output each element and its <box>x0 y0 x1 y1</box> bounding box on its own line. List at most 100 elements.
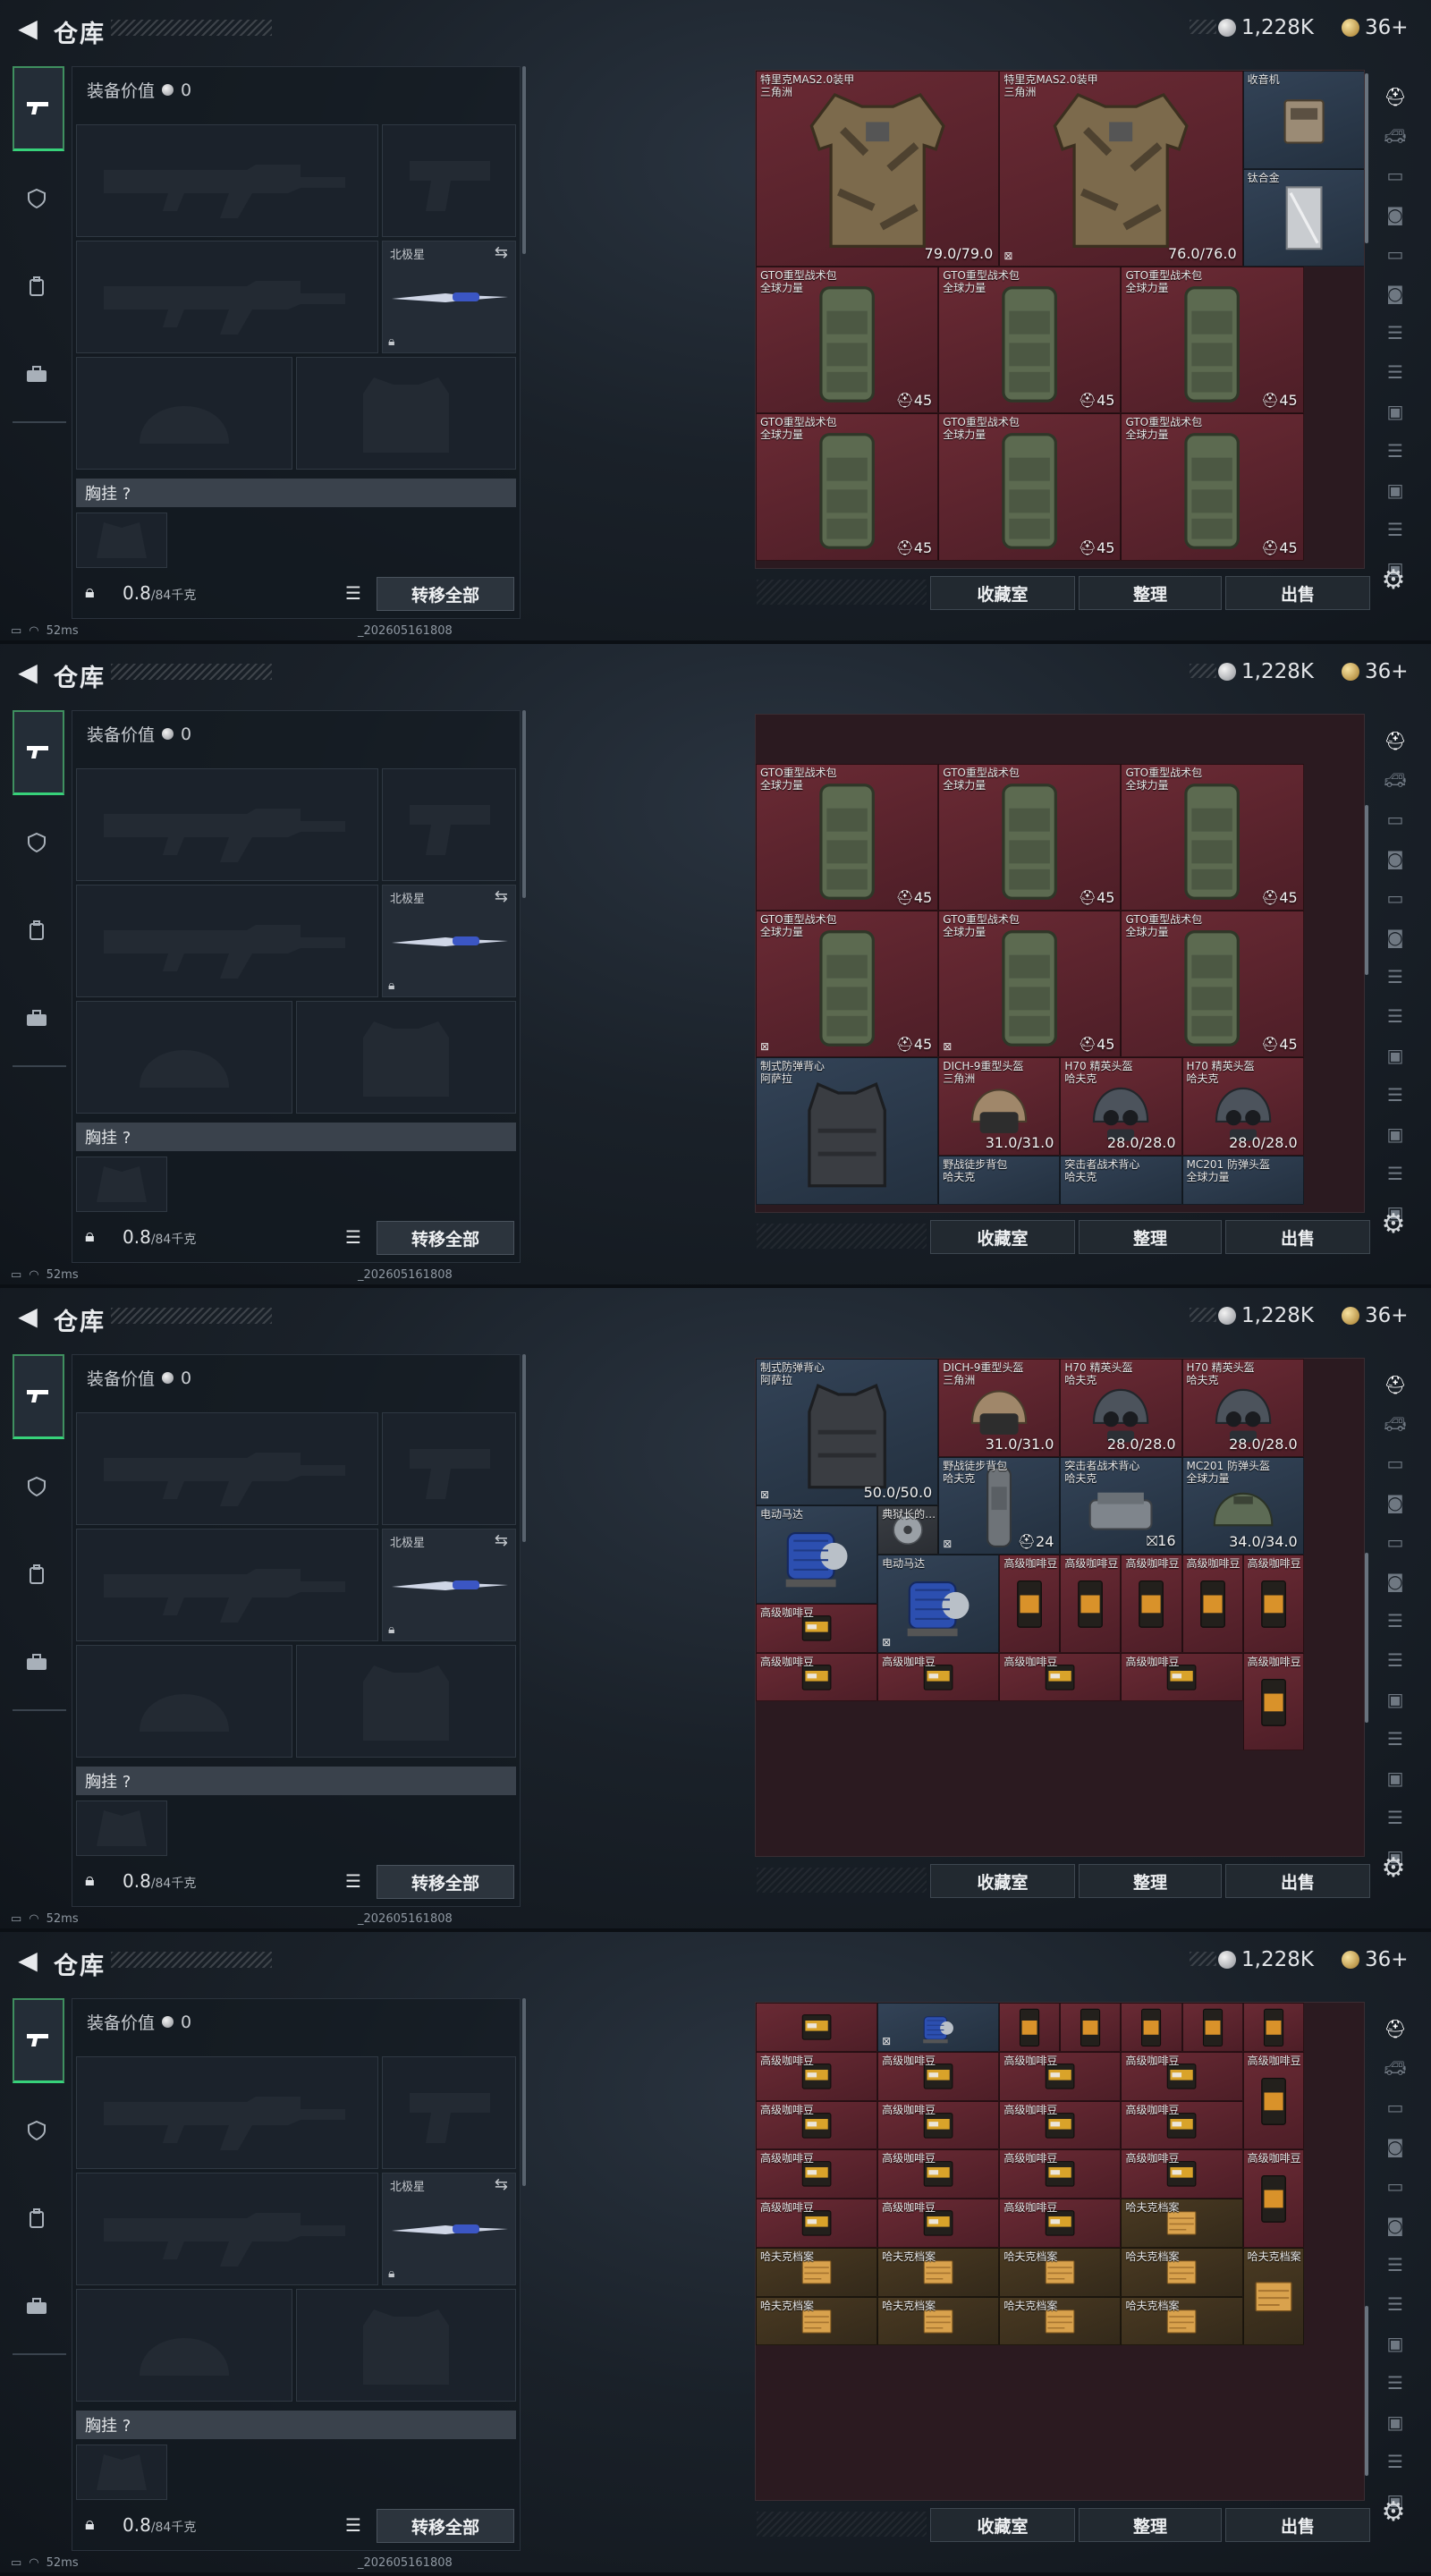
tab-briefcase[interactable] <box>13 978 61 1058</box>
tab-briefcase[interactable] <box>13 2266 61 2346</box>
transfer-all-button[interactable]: 转移全部 <box>377 577 514 611</box>
car-icon[interactable]: 🚙︎ <box>1376 118 1415 154</box>
inventory-item[interactable]: 哈夫克档案 <box>999 2247 1122 2297</box>
sell-button[interactable]: 出售 <box>1225 1220 1370 1254</box>
inventory-item[interactable]: MC201 防弹头盔 全球力量 <box>1181 1155 1304 1205</box>
equipment-scrollbar[interactable] <box>522 1998 526 2186</box>
silver-currency[interactable]: 1,228K <box>1218 1301 1314 1331</box>
inventory-item[interactable]: GTO重型战术包 全球力量 ⛑45 <box>756 267 939 414</box>
helmet-icon[interactable]: ⛑ <box>1376 1367 1415 1402</box>
server-icon[interactable]: ☰ <box>1376 2286 1415 2322</box>
inventory-item[interactable]: 高级咖啡豆 <box>877 2051 1000 2101</box>
camera-icon[interactable]: ◙ <box>1376 1485 1415 1521</box>
inventory-item[interactable]: 哈夫克档案 <box>1121 2247 1243 2297</box>
server-icon[interactable]: ☰ <box>1376 433 1415 469</box>
inventory-item[interactable]: 高级咖啡豆 <box>999 2149 1122 2199</box>
equipment-scrollbar[interactable] <box>522 1354 526 1542</box>
inventory-item[interactable]: 高级咖啡豆 <box>756 1652 878 1702</box>
camera-icon[interactable]: ◙ <box>1376 1563 1415 1599</box>
inventory-item[interactable]: 哈夫克档案 <box>877 2247 1000 2297</box>
sell-button[interactable]: 出售 <box>1225 1864 1370 1898</box>
server-icon[interactable]: ☰ <box>1376 1603 1415 1639</box>
car-icon[interactable]: 🚙︎ <box>1376 1406 1415 1442</box>
inventory-item[interactable] <box>756 2003 878 2052</box>
collection-room-button[interactable]: 收藏室 <box>930 1220 1075 1254</box>
inventory-item[interactable]: 高级咖啡豆 <box>1242 2149 1304 2248</box>
chest-rig-header[interactable]: 胸挂 ? <box>76 2411 516 2439</box>
melee-slot[interactable]: 北极星 ⇆ 🔒︎ <box>382 885 516 997</box>
armor-slot[interactable] <box>296 1001 516 1114</box>
gear-icon[interactable]: ⚙ <box>1376 2494 1411 2529</box>
server-icon[interactable]: ☰ <box>1376 1642 1415 1678</box>
inventory-item[interactable]: 哈夫克档案 <box>877 2296 1000 2346</box>
inventory-item[interactable]: 哈夫克档案 <box>1242 2247 1304 2346</box>
inventory-item[interactable]: 高级咖啡豆 <box>1121 2149 1243 2199</box>
server-icon[interactable]: ☰ <box>1376 998 1415 1034</box>
inventory-item[interactable]: 收音机 <box>1242 71 1364 169</box>
tab-briefcase[interactable] <box>13 1622 61 1702</box>
tv-icon[interactable]: ▭ <box>1376 236 1415 272</box>
helmet-slot[interactable] <box>76 357 292 470</box>
tv-icon[interactable]: ▭ <box>1376 1524 1415 1560</box>
tv-icon[interactable]: ▭ <box>1376 2089 1415 2125</box>
tv-icon[interactable]: ▭ <box>1376 2168 1415 2204</box>
inventory-item[interactable]: 突击者战术背心 哈夫克 <box>1060 1155 1182 1205</box>
collection-room-button[interactable]: 收藏室 <box>930 2508 1075 2542</box>
inventory-item[interactable]: H70 精英头盔 哈夫克 28.0/28.0 <box>1060 1057 1182 1156</box>
helmet-slot[interactable] <box>76 1001 292 1114</box>
armor-slot[interactable] <box>296 357 516 470</box>
tab-backpack[interactable] <box>13 2178 61 2258</box>
inventory-item[interactable]: 高级咖啡豆 <box>1060 1555 1122 1653</box>
inventory-item[interactable] <box>1181 2003 1243 2052</box>
gear-icon[interactable]: ⚙ <box>1376 562 1411 597</box>
inventory-item[interactable]: 特里克MAS2.0装甲 三角洲 76.0/76.0 ⊠ <box>999 71 1243 267</box>
sort-button[interactable]: 整理 <box>1079 1864 1222 1898</box>
inventory-item[interactable]: H70 精英头盔 哈夫克 28.0/28.0 <box>1060 1359 1182 1457</box>
tab-armor[interactable] <box>13 158 61 239</box>
secondary-weapon-slot[interactable] <box>76 2173 378 2285</box>
tab-weapons[interactable] <box>13 710 64 795</box>
inventory-item[interactable]: DICH-9重型头盔 三角洲 31.0/31.0 <box>938 1057 1061 1156</box>
tab-weapons[interactable] <box>13 1998 64 2083</box>
inventory-item[interactable]: GTO重型战术包 全球力量 ⛑45 <box>938 267 1122 414</box>
inventory-item[interactable]: 高级咖啡豆 <box>999 1555 1061 1653</box>
inventory-item[interactable]: 电动马达 <box>756 1505 878 1604</box>
server-icon[interactable]: ☰ <box>1376 2247 1415 2283</box>
transfer-all-button[interactable]: 转移全部 <box>377 2509 514 2543</box>
inventory-item[interactable]: 高级咖啡豆 <box>1242 2051 1304 2150</box>
inventory-item[interactable]: GTO重型战术包 全球力量 ⛑45 <box>1121 763 1304 911</box>
helmet-slot[interactable] <box>76 2289 292 2402</box>
back-arrow-icon[interactable]: ◀ <box>13 13 43 43</box>
inventory-item[interactable]: 野战徒步背包 哈夫克 <box>938 1155 1061 1205</box>
inventory-item[interactable]: 高级咖啡豆 <box>1121 2051 1243 2101</box>
tab-backpack[interactable] <box>13 246 61 326</box>
armor-slot[interactable] <box>296 2289 516 2402</box>
inventory-item[interactable]: GTO重型战术包 全球力量 ⛑45 <box>938 413 1122 561</box>
helmet-icon[interactable]: ⛑ <box>1376 79 1415 114</box>
inventory-item[interactable]: 高级咖啡豆 <box>877 1652 1000 1702</box>
image-icon[interactable]: ▣ <box>1376 394 1415 429</box>
sell-button[interactable]: 出售 <box>1225 2508 1370 2542</box>
back-arrow-icon[interactable]: ◀ <box>13 1945 43 1975</box>
camera-icon[interactable]: ◙ <box>1376 2129 1415 2165</box>
image-icon[interactable]: ▣ <box>1376 1682 1415 1717</box>
sidearm-slot[interactable] <box>382 2056 516 2169</box>
tab-briefcase[interactable] <box>13 334 61 414</box>
list-icon[interactable]: ☰ <box>339 2511 368 2539</box>
warehouse-scrollbar[interactable] <box>1365 1552 1368 1723</box>
gold-currency[interactable]: 36+ <box>1342 13 1409 43</box>
inventory-item[interactable]: MC201 防弹头盔 全球力量 34.0/34.0 <box>1181 1456 1304 1555</box>
tv-icon[interactable]: ▭ <box>1376 880 1415 916</box>
sort-button[interactable]: 整理 <box>1079 576 1222 610</box>
warehouse-scrollbar[interactable] <box>1365 804 1368 975</box>
sell-button[interactable]: 出售 <box>1225 576 1370 610</box>
image-icon[interactable]: ▣ <box>1376 2404 1415 2440</box>
inventory-item[interactable]: 电动马达 ⊠ <box>877 1555 1000 1653</box>
gear-icon[interactable]: ⚙ <box>1376 1850 1411 1885</box>
primary-weapon-slot[interactable] <box>76 2056 378 2169</box>
chest-rig-header[interactable]: 胸挂 ? <box>76 1123 516 1151</box>
inventory-item[interactable]: H70 精英头盔 哈夫克 28.0/28.0 <box>1181 1057 1304 1156</box>
list-icon[interactable]: ☰ <box>339 579 368 607</box>
melee-slot[interactable]: 北极星 ⇆ 🔒︎ <box>382 1529 516 1641</box>
helmet-icon[interactable]: ⛑ <box>1376 2011 1415 2046</box>
